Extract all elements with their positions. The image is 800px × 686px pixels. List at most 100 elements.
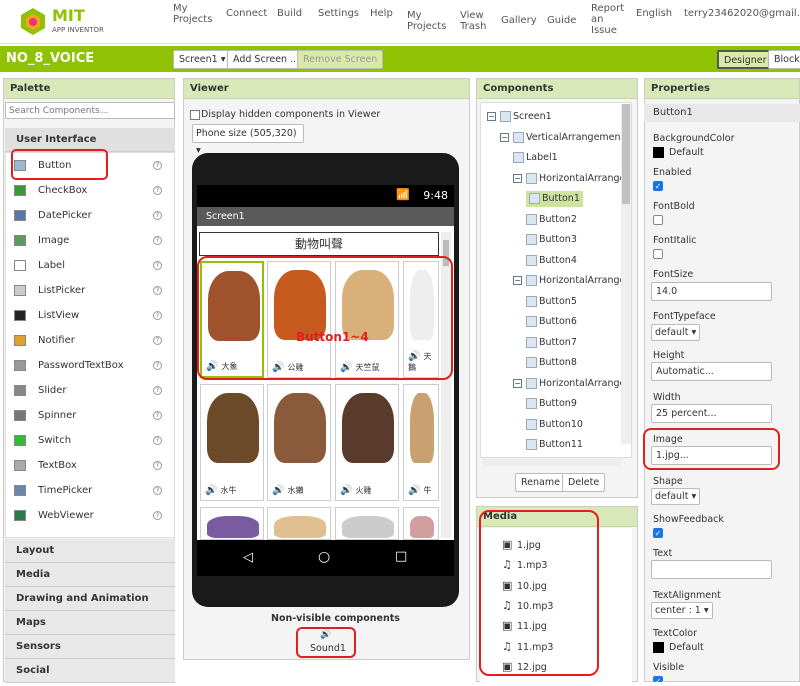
text-input[interactable] — [651, 560, 772, 579]
palette-item-passwordtextbox[interactable]: PasswordTextBox? — [11, 353, 174, 378]
shape-select[interactable]: default ▾ — [651, 488, 701, 505]
add-screen-button[interactable]: Add Screen ... — [227, 50, 306, 69]
tree-item[interactable]: − HorizontalArrangen — [513, 377, 631, 390]
bgcolor-swatch[interactable] — [653, 147, 664, 158]
tree-item-button[interactable]: Button6 — [526, 316, 577, 328]
tree-item-button[interactable]: Button2 — [526, 213, 577, 226]
nav-build[interactable]: Build — [277, 8, 302, 19]
blocks-button[interactable]: Blocks — [768, 50, 800, 69]
nav-my-projects-2[interactable]: My Projects — [407, 10, 446, 32]
tree-item-button[interactable]: Button11 — [526, 439, 583, 451]
nav-gallery[interactable]: Gallery — [501, 15, 537, 26]
collapse-icon[interactable]: − — [513, 276, 522, 285]
fontitalic-checkbox[interactable] — [653, 249, 663, 259]
category-layout[interactable]: Layout — [5, 539, 175, 563]
tree-item[interactable]: − HorizontalArrangen — [513, 172, 631, 185]
width-input[interactable]: 25 percent... — [651, 404, 772, 423]
phone-size-select[interactable]: Phone size (505,320) ▾ — [192, 124, 304, 156]
image-input[interactable]: 1.jpg... — [651, 446, 772, 465]
nav-user-email[interactable]: terry23462020@gmail.com — [684, 8, 800, 19]
textcolor-swatch[interactable] — [653, 642, 664, 653]
help-icon[interactable]: ? — [153, 186, 162, 195]
app-inventor-logo[interactable]: MIT APP INVENTOR — [18, 4, 108, 40]
bgcolor-value[interactable]: Default — [669, 147, 704, 158]
help-icon[interactable]: ? — [153, 336, 162, 345]
help-icon[interactable]: ? — [153, 436, 162, 445]
nav-connect[interactable]: Connect — [226, 8, 267, 19]
visible-checkbox[interactable] — [653, 676, 663, 682]
palette-item-slider[interactable]: Slider? — [11, 378, 174, 403]
tree-hscrollbar[interactable] — [482, 458, 622, 466]
tree-scrollbar[interactable] — [621, 104, 631, 444]
search-components-input[interactable] — [5, 102, 175, 119]
tree-item-button[interactable]: Button3 — [526, 234, 577, 246]
collapse-icon[interactable]: − — [500, 132, 509, 142]
category-maps[interactable]: Maps — [5, 611, 175, 635]
tree-item-button[interactable]: Button10 — [526, 418, 583, 431]
palette-item-timepicker[interactable]: TimePicker? — [11, 478, 174, 503]
help-icon[interactable]: ? — [153, 311, 162, 320]
back-icon[interactable]: ◁ — [243, 550, 253, 565]
tree-item-button[interactable]: Button7 — [526, 336, 577, 349]
category-drawing-and-animation[interactable]: Drawing and Animation — [5, 587, 175, 611]
category-social[interactable]: Social — [5, 659, 175, 683]
help-icon[interactable]: ? — [153, 361, 162, 370]
palette-item-label[interactable]: Label? — [11, 253, 174, 278]
tree-item[interactable]: − VerticalArrangement1 — [500, 131, 630, 144]
animal-button[interactable]: 🔊 火雞 — [335, 384, 399, 501]
nav-settings[interactable]: Settings — [318, 8, 359, 19]
help-icon[interactable]: ? — [153, 511, 162, 520]
animal-button[interactable] — [335, 507, 399, 540]
designer-button[interactable]: Designer — [717, 50, 774, 69]
help-icon[interactable]: ? — [153, 386, 162, 395]
help-icon[interactable]: ? — [153, 461, 162, 470]
tree-item-button[interactable]: Button5 — [526, 295, 577, 308]
palette-item-listview[interactable]: ListView? — [11, 303, 174, 328]
showfeedback-checkbox[interactable] — [653, 528, 663, 538]
screen-select[interactable]: Screen1 ▾ — [173, 50, 232, 69]
palette-item-notifier[interactable]: Notifier? — [11, 328, 174, 353]
palette-item-checkbox[interactable]: CheckBox? — [11, 178, 174, 203]
nav-my-projects[interactable]: My Projects — [173, 3, 212, 25]
enabled-checkbox[interactable] — [653, 181, 663, 191]
help-icon[interactable]: ? — [153, 286, 162, 295]
nav-guide[interactable]: Guide — [547, 15, 576, 26]
animal-button[interactable] — [267, 507, 331, 540]
nav-report-issue[interactable]: Report an Issue — [591, 3, 624, 36]
textcolor-value[interactable]: Default — [669, 642, 704, 653]
tree-item-button[interactable]: Button9 — [526, 398, 577, 410]
tree-item[interactable]: − HorizontalArrangen — [513, 275, 631, 287]
animal-button[interactable] — [200, 507, 264, 540]
textalign-select[interactable]: center : 1 ▾ — [651, 602, 713, 619]
palette-item-webviewer[interactable]: WebViewer? — [11, 503, 174, 528]
category-sensors[interactable]: Sensors — [5, 635, 175, 659]
tree-item[interactable]: − Screen1 — [487, 111, 552, 123]
palette-item-textbox[interactable]: TextBox? — [11, 453, 174, 478]
animal-button[interactable]: 🔊 牛 — [403, 384, 439, 501]
fonttypeface-select[interactable]: default ▾ — [651, 324, 701, 341]
help-icon[interactable]: ? — [153, 486, 162, 495]
height-input[interactable]: Automatic... — [651, 362, 772, 381]
help-icon[interactable]: ? — [153, 211, 162, 220]
palette-item-image[interactable]: Image? — [11, 228, 174, 253]
animal-button[interactable]: 🔊 水牛 — [200, 384, 264, 501]
tree-item-button[interactable]: Button4 — [526, 254, 577, 267]
fontsize-input[interactable]: 14.0 — [651, 282, 772, 301]
nav-help[interactable]: Help — [370, 8, 393, 19]
sound-component[interactable]: Sound1 — [310, 643, 346, 654]
tree-item[interactable]: Label1 — [513, 152, 558, 164]
tree-scroll-thumb[interactable] — [622, 104, 630, 204]
home-icon[interactable]: ○ — [318, 549, 330, 565]
palette-item-listpicker[interactable]: ListPicker? — [11, 278, 174, 303]
rename-button[interactable]: Rename — [515, 473, 566, 492]
recents-icon[interactable]: □ — [395, 549, 407, 564]
hidden-components-checkbox[interactable] — [190, 110, 200, 120]
help-icon[interactable]: ? — [153, 411, 162, 420]
nav-language[interactable]: English — [636, 8, 672, 19]
help-icon[interactable]: ? — [153, 161, 162, 170]
collapse-icon[interactable]: − — [513, 378, 522, 388]
nav-view-trash[interactable]: View Trash — [460, 10, 486, 32]
tree-item-button[interactable]: Button8 — [526, 357, 577, 369]
remove-screen-button[interactable]: Remove Screen — [297, 50, 384, 69]
animal-button[interactable]: 🔊 水獺 — [267, 384, 331, 501]
